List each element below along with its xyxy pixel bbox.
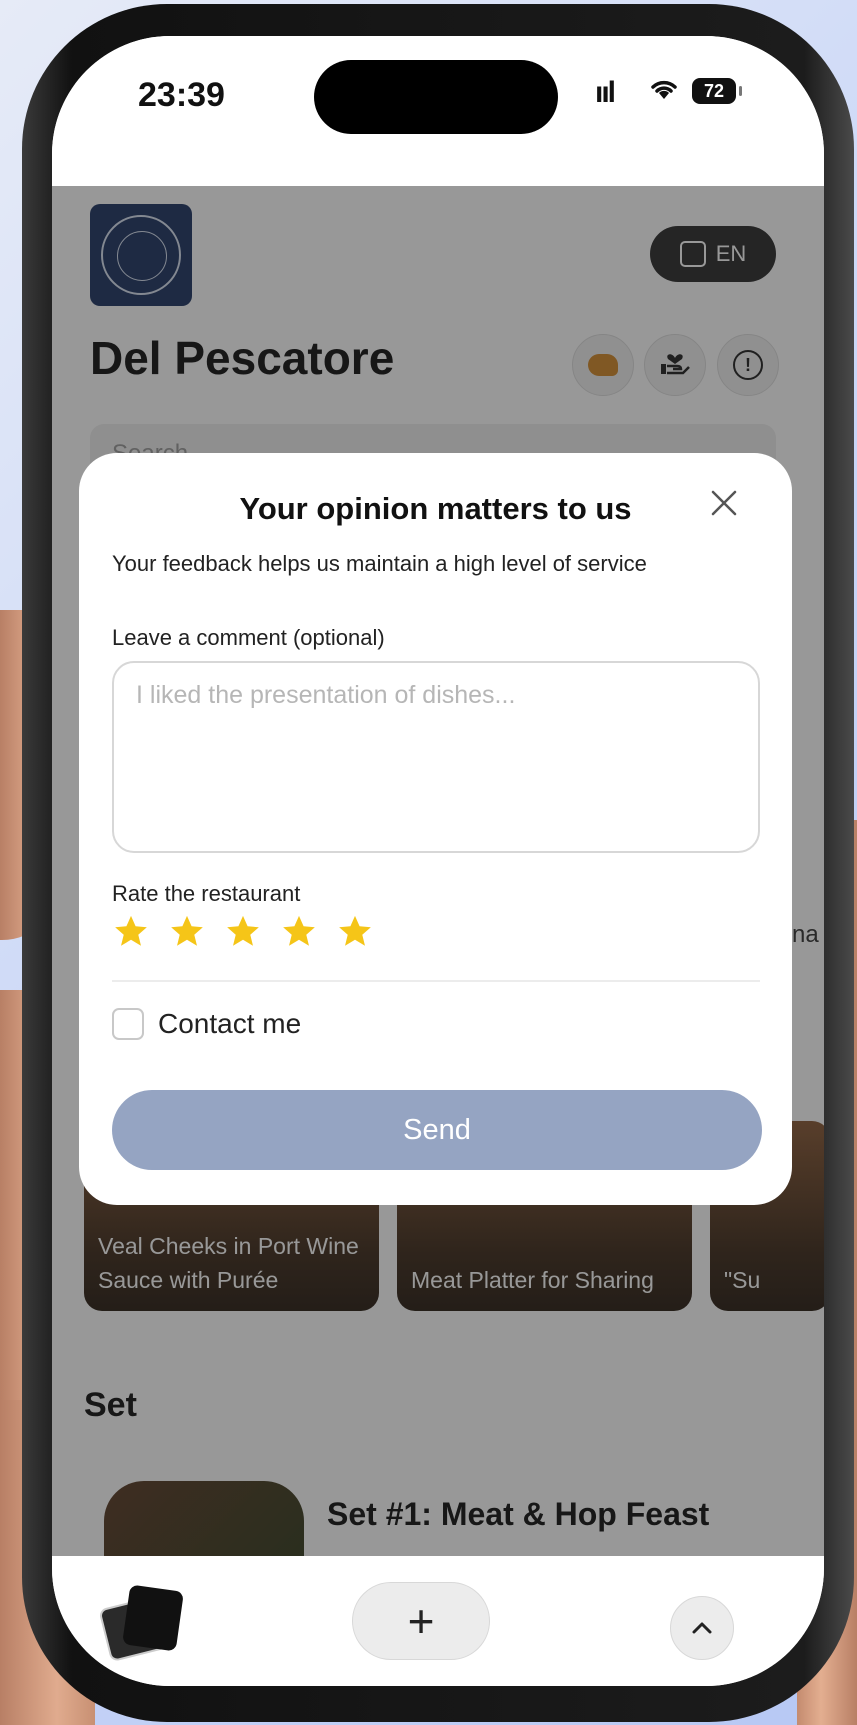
dynamic-island bbox=[314, 60, 558, 134]
chevron-up-icon bbox=[692, 1622, 712, 1634]
divider bbox=[112, 980, 760, 982]
contact-checkbox[interactable] bbox=[112, 1008, 144, 1040]
modal-title: Your opinion matters to us bbox=[239, 491, 632, 526]
star-icon[interactable] bbox=[168, 913, 206, 951]
table-cards-icon[interactable] bbox=[98, 1584, 184, 1663]
modal-subtitle: Your feedback helps us maintain a high l… bbox=[112, 551, 647, 576]
comment-label: Leave a comment (optional) bbox=[112, 625, 385, 650]
send-button[interactable]: Send bbox=[112, 1090, 762, 1170]
phone-screen: 23:39 ııl 72 EN Del Pescatore ! na Veal … bbox=[52, 36, 824, 1686]
status-bar: 23:39 ııl 72 bbox=[52, 36, 824, 186]
add-button[interactable]: + bbox=[352, 1582, 490, 1660]
bottom-bar: + bbox=[52, 1556, 824, 1686]
status-time: 23:39 bbox=[138, 76, 225, 114]
rate-label: Rate the restaurant bbox=[112, 881, 301, 906]
plus-icon: + bbox=[407, 1595, 435, 1647]
card-front bbox=[122, 1584, 184, 1652]
wifi-icon bbox=[649, 72, 679, 109]
scroll-up-button[interactable] bbox=[670, 1596, 734, 1660]
star-icon[interactable] bbox=[224, 913, 262, 951]
star-icon[interactable] bbox=[336, 913, 374, 951]
battery-indicator: 72 bbox=[692, 78, 742, 104]
contact-me-option[interactable]: Contact me bbox=[112, 1008, 301, 1040]
comment-textarea[interactable] bbox=[112, 661, 760, 853]
feedback-modal: Your opinion matters to us Your feedback… bbox=[79, 453, 792, 1205]
signal-icon: ııl bbox=[595, 76, 616, 109]
star-rating[interactable] bbox=[112, 913, 374, 951]
phone-frame: 23:39 ııl 72 EN Del Pescatore ! na Veal … bbox=[22, 4, 854, 1722]
contact-label: Contact me bbox=[158, 1008, 302, 1039]
star-icon[interactable] bbox=[112, 913, 150, 951]
close-icon bbox=[711, 490, 737, 516]
star-icon[interactable] bbox=[280, 913, 318, 951]
close-button[interactable] bbox=[704, 483, 744, 523]
